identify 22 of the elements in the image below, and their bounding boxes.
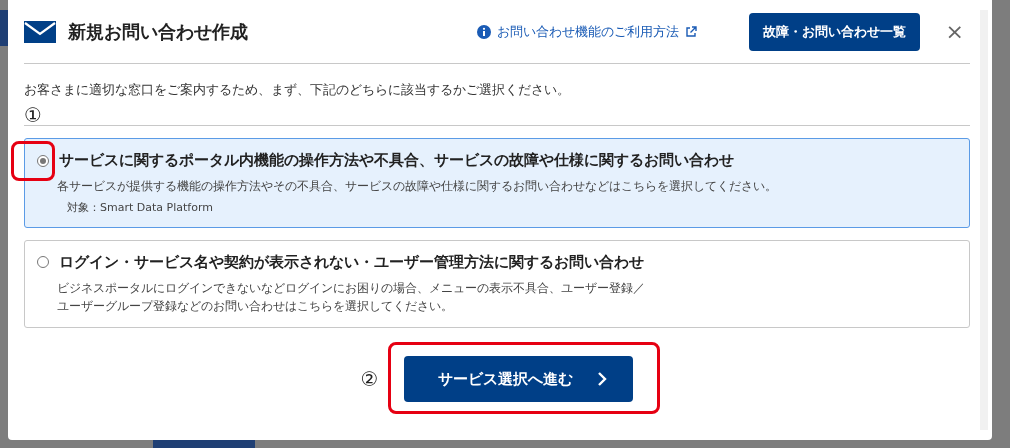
external-link-icon [684,25,697,38]
option-description: ユーザーグループ登録などのお問い合わせはこちらを選択してください。 [57,297,454,315]
inquiry-list-button[interactable]: 故障・お問い合わせ一覧 [748,12,920,51]
info-icon [476,24,491,39]
dialog-title: 新規お問い合わせ作成 [68,19,249,44]
background-bar [0,10,8,46]
step-marker: ② [360,369,379,390]
instruction-text: お客さまに適切な窓口をご案内するため、まず、下記のどちらに該当するかご選択ください。 [24,82,571,99]
option-card[interactable]: サービスに関するポータル内機能の操作方法や不具合、サービスの故障や仕様に関するお問い合わせ 各サービスが提供する機能の操作方法やその不具合、サービスの故障や仕様に関するお問い合わせなどはこちらを選択してください。 対象：Smart Data Platform [24,138,970,228]
help-link[interactable]: お問い合わせ機能のご利用方法 [476,22,697,41]
step-marker: ① [24,105,42,125]
option-title: サービスに関するポータル内機能の操作方法や不具合、サービスの故障や仕様に関するお問い合わせ [59,151,734,170]
option-target: 対象：Smart Data Platform [67,199,214,215]
option-card[interactable]: ログイン・サービス名や契約が表示されない・ユーザー管理方法に関するお問い合わせ ビジネスポータルにログインできないなどログインにお困りの場合、メニューの表示不具合、ユーザー登録／ ユーザーグループ登録などのお問い合わせはこちらを選択してください。 [24,239,970,329]
next-button[interactable]: サービス選択へ進む [404,356,634,403]
option-description: ビジネスポータルにログインできないなどログインにお困りの場合、メニューの表示不具合、ユーザー登録／ [57,279,646,297]
mail-icon [24,20,56,43]
option-title: ログイン・サービス名や契約が表示されない・ユーザー管理方法に関するお問い合わせ [59,252,644,272]
chevron-right-icon [597,372,608,387]
option-description: 各サービスが提供する機能の操作方法やその不具合、サービスの故障や仕様に関するお問い合わせなどはこちらを選択してください。 [57,178,778,195]
radio-button[interactable] [37,256,49,269]
radio-button[interactable] [37,154,49,167]
